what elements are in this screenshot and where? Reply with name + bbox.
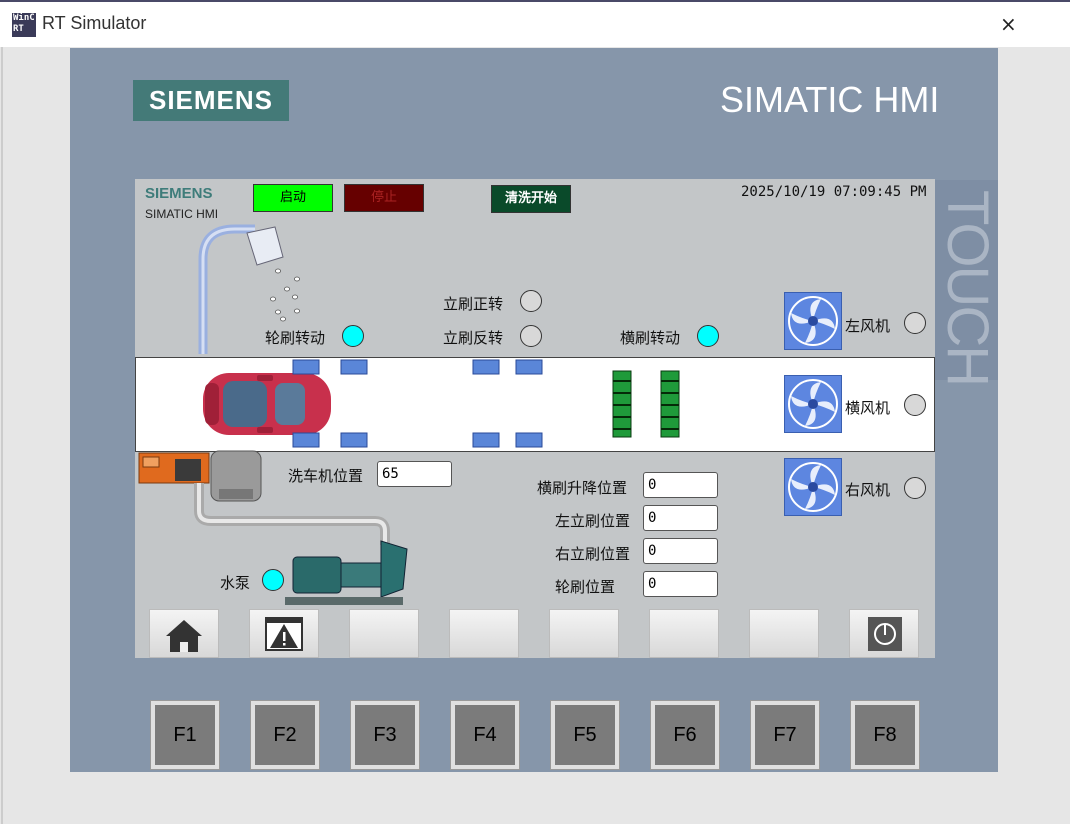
f6-key-label: F6 bbox=[655, 705, 715, 765]
hmi-screen: SIEMENS SIMATIC HMI 启动 停止 清洗开始 2025/10/1… bbox=[135, 179, 935, 658]
right-vbrush-label: 右立刷位置 bbox=[555, 545, 631, 563]
f7-key-label: F7 bbox=[755, 705, 815, 765]
right-vbrush-field[interactable]: 0 bbox=[643, 538, 718, 564]
siemens-logo: SIEMENS bbox=[133, 80, 289, 121]
right-fan-lamp bbox=[904, 477, 926, 499]
softkey-7[interactable] bbox=[749, 609, 819, 658]
wheel-brush-position-label: 轮刷位置 bbox=[555, 578, 616, 596]
pump-lamp bbox=[262, 569, 284, 591]
right-fan-icon bbox=[784, 458, 842, 516]
stop-button[interactable]: 停止 bbox=[344, 184, 424, 212]
f5-key[interactable]: F5 bbox=[550, 700, 620, 770]
alarm-icon bbox=[265, 617, 303, 651]
f4-key[interactable]: F4 bbox=[450, 700, 520, 770]
brush-pads bbox=[292, 359, 543, 448]
touch-label: TOUCH bbox=[935, 190, 1000, 386]
wincc-app-icon: WinC RT bbox=[12, 13, 36, 37]
softkey-5[interactable] bbox=[549, 609, 619, 658]
vertical-brush-reverse-label: 立刷反转 bbox=[443, 329, 504, 347]
softkey-4[interactable] bbox=[449, 609, 519, 658]
hbrush-lift-label: 横刷升降位置 bbox=[537, 479, 628, 497]
horizontal-brush-rotate-label: 横刷转动 bbox=[620, 329, 681, 347]
datetime-display: 2025/10/19 07:09:45 PM bbox=[741, 184, 927, 200]
alarm-softkey[interactable] bbox=[249, 609, 319, 658]
wash-start-button[interactable]: 清洗开始 bbox=[491, 185, 571, 213]
hbrush-lift-field[interactable]: 0 bbox=[643, 472, 718, 498]
f1-key[interactable]: F1 bbox=[150, 700, 220, 770]
softkey-6[interactable] bbox=[649, 609, 719, 658]
wheel-brush-position-field[interactable]: 0 bbox=[643, 571, 718, 597]
horizontal-fan-icon bbox=[784, 375, 842, 433]
vertical-brush-reverse-lamp bbox=[520, 325, 542, 347]
f4-key-label: F4 bbox=[455, 705, 515, 765]
wheel-brush-rotate-lamp bbox=[342, 325, 364, 347]
home-icon bbox=[166, 620, 202, 652]
window-title: RT Simulator bbox=[42, 13, 147, 33]
washer-position-label: 洗车机位置 bbox=[288, 467, 364, 485]
right-fan-label: 右风机 bbox=[845, 481, 891, 499]
softkey-3[interactable] bbox=[349, 609, 419, 658]
power-icon bbox=[868, 617, 902, 651]
f5-key-label: F5 bbox=[555, 705, 615, 765]
left-vbrush-label: 左立刷位置 bbox=[555, 512, 631, 530]
power-softkey[interactable] bbox=[849, 609, 919, 658]
left-fan-lamp bbox=[904, 312, 926, 334]
pump-label: 水泵 bbox=[220, 574, 251, 592]
screen-brand: SIEMENS bbox=[145, 185, 213, 202]
horizontal-brush-rotate-lamp bbox=[697, 325, 719, 347]
app-icon-text-bottom: RT bbox=[13, 24, 24, 34]
vertical-brush-forward-label: 立刷正转 bbox=[443, 295, 504, 313]
horizontal-brushes bbox=[612, 370, 680, 438]
window-titlebar: WinC RT RT Simulator × bbox=[0, 0, 1070, 47]
left-vbrush-field[interactable]: 0 bbox=[643, 505, 718, 531]
washer-position-field[interactable]: 65 bbox=[377, 461, 452, 487]
f2-key-label: F2 bbox=[255, 705, 315, 765]
vertical-brush-forward-lamp bbox=[520, 290, 542, 312]
f8-key[interactable]: F8 bbox=[850, 700, 920, 770]
wheel-brush-rotate-label: 轮刷转动 bbox=[265, 329, 326, 347]
start-button[interactable]: 启动 bbox=[253, 184, 333, 212]
f6-key[interactable]: F6 bbox=[650, 700, 720, 770]
horizontal-fan-label: 横风机 bbox=[845, 399, 891, 417]
horizontal-fan-lamp bbox=[904, 394, 926, 416]
close-icon[interactable]: × bbox=[1000, 12, 1017, 36]
left-fan-icon bbox=[784, 292, 842, 350]
home-softkey[interactable] bbox=[149, 609, 219, 658]
device-model-title: SIMATIC HMI bbox=[720, 79, 940, 120]
app-icon-text-top: WinC bbox=[13, 13, 35, 23]
f7-key[interactable]: F7 bbox=[750, 700, 820, 770]
f3-key[interactable]: F3 bbox=[350, 700, 420, 770]
left-fan-label: 左风机 bbox=[845, 317, 891, 335]
f2-key[interactable]: F2 bbox=[250, 700, 320, 770]
f8-key-label: F8 bbox=[855, 705, 915, 765]
f1-key-label: F1 bbox=[155, 705, 215, 765]
f3-key-label: F3 bbox=[355, 705, 415, 765]
